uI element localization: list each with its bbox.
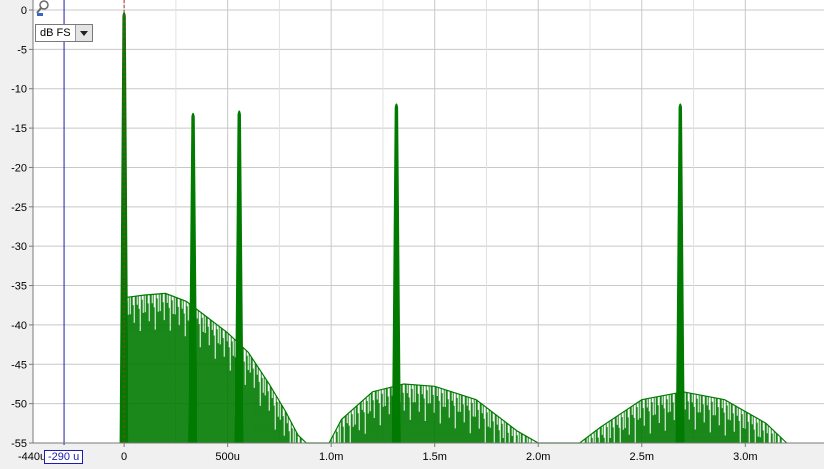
- x-start-label: -440u: [18, 451, 46, 463]
- y-tick-label: -35: [11, 281, 27, 293]
- unit-select[interactable]: dB FS: [35, 24, 93, 42]
- cursor-position-label[interactable]: -290 u: [44, 450, 84, 464]
- x-tick-label: 1.0m: [319, 451, 343, 463]
- y-tick-label: 0: [21, 5, 27, 17]
- unit-select-value: dB FS: [40, 27, 71, 39]
- y-tick-label: -5: [17, 44, 27, 56]
- y-tick-label: -50: [11, 399, 27, 411]
- y-tick-label: -15: [11, 123, 27, 135]
- x-tick-label: 500u: [215, 451, 239, 463]
- y-tick-label: -30: [11, 241, 27, 253]
- x-tick-label: 0: [121, 451, 127, 463]
- chart-area: 0 -5 -10 -15 -20 -25 -30 -35 -40 -45 -50 -55 0 500u 1.…: [0, 0, 824, 469]
- chevron-down-icon: [80, 30, 88, 36]
- zoom-icon[interactable]: [36, 0, 50, 16]
- x-tick-label: 2.0m: [526, 451, 550, 463]
- y-tick-label: -25: [11, 202, 27, 214]
- x-tick-label: 2.5m: [630, 451, 654, 463]
- x-tick-label: 3.0m: [733, 451, 757, 463]
- y-tick-label: -40: [11, 320, 27, 332]
- y-tick-label: -20: [11, 162, 27, 174]
- unit-dropdown-button[interactable]: [75, 25, 92, 41]
- y-tick-label: -10: [11, 84, 27, 96]
- y-tick-label: -55: [11, 438, 27, 450]
- spectrum-plot[interactable]: 0 -5 -10 -15 -20 -25 -30 -35 -40 -45 -50 -55 0 500u 1.…: [0, 0, 824, 469]
- y-tick-label: -45: [11, 359, 27, 371]
- x-tick-label: 1.5m: [422, 451, 446, 463]
